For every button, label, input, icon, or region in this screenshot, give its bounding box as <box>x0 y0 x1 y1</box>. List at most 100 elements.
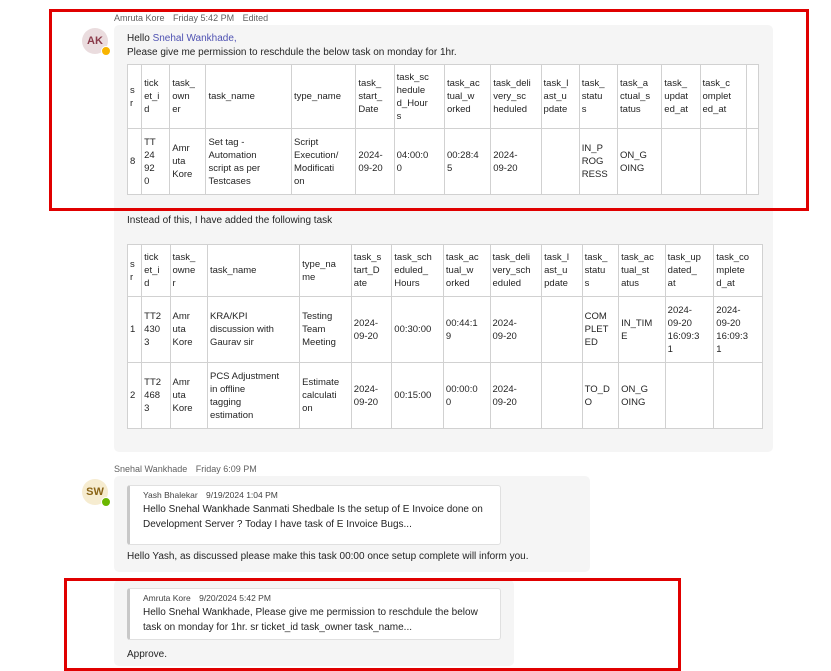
table-cell <box>664 362 715 429</box>
column-header: task_scheduled_Hours <box>393 64 445 129</box>
column-header: task_start_Date <box>350 244 393 297</box>
quoted-message[interactable]: Yash Bhalekar 9/19/2024 1:04 PM Hello Sn… <box>127 485 501 545</box>
message-text: Instead of this, I have added the follow… <box>127 215 333 226</box>
table-cell <box>745 128 760 195</box>
table-cell: 2024- 09-20 <box>489 296 543 363</box>
table-cell <box>661 128 701 195</box>
table-cell: TO_D O <box>581 362 620 429</box>
table-cell <box>699 128 747 195</box>
table-cell: 2024- 09-20 16:09:3 1 <box>664 296 715 363</box>
task-table-original: s r tick et_i d task_ own er task_name type_name t… <box>126 64 760 195</box>
column-header: task_start_Date <box>355 64 395 129</box>
table-cell: 04:00:0 0 <box>393 128 445 195</box>
quote-author: Yash Bhalekar <box>143 490 198 500</box>
column-header: task_actual_status <box>618 244 666 297</box>
column-header: task_owner <box>169 64 207 129</box>
column-header: task_ statu s <box>578 64 619 129</box>
table-cell: 1 <box>126 296 143 363</box>
table-cell: PCS Adjustment in offline tagging estimatio… <box>206 362 301 429</box>
table-cell: KRA/KPI discussion with Gaurav sir <box>206 296 301 363</box>
message-header: Snehal Wankhade Friday 6:09 PM <box>114 464 263 474</box>
column-header: task_l ast_u pdate <box>540 64 580 129</box>
column-header: sr <box>126 64 143 129</box>
table-cell: TT 24 92 0 <box>141 128 171 195</box>
column-header: task_completed_at <box>713 244 763 297</box>
table-cell: Amr uta Kore <box>169 128 207 195</box>
table-cell: TT2 468 3 <box>141 362 171 429</box>
message-time: Friday 6:09 PM <box>195 464 257 474</box>
table-cell: 2024- 09-20 <box>350 296 393 363</box>
quote-header: Yash Bhalekar 9/19/2024 1:04 PM <box>143 490 284 500</box>
table-cell: 00:28:4 5 <box>443 128 492 195</box>
column-header: task_owner <box>169 244 208 297</box>
column-header: task_updated_at <box>661 64 701 129</box>
task-table-added: s r tick et_i d task_ owne r task_name type_na me t… <box>126 244 763 429</box>
table-cell: 2024- 09-20 <box>490 128 542 195</box>
table-cell <box>713 362 763 429</box>
message-text: Hello Yash, as discussed please make thi… <box>127 551 529 562</box>
mention-link[interactable]: Snehal Wankhade, <box>153 33 237 44</box>
column-header: task_ statu s <box>581 244 620 297</box>
table-cell: COM PLET ED <box>581 296 620 363</box>
quoted-message[interactable]: Amruta Kore 9/20/2024 5:42 PM Hello Sneh… <box>127 588 501 640</box>
table-cell: IN_TIM E <box>618 296 666 363</box>
quote-author: Amruta Kore <box>143 593 191 603</box>
column-header: task_delivery_scheduled <box>490 64 542 129</box>
quote-time: 9/20/2024 5:42 PM <box>199 593 271 603</box>
message-time: Friday 5:42 PM <box>173 13 235 23</box>
edited-label: Edited <box>242 13 269 23</box>
message-greeting: Hello Snehal Wankhade, <box>127 33 237 44</box>
column-header: task_completed_at <box>699 64 747 129</box>
table-cell <box>540 128 580 195</box>
table-cell: 00:15:00 <box>391 362 444 429</box>
table-cell: 2024- 09-20 <box>489 362 543 429</box>
avatar-initials: AK <box>87 35 103 47</box>
message-text: Approve. <box>127 649 168 660</box>
table-cell: 2024- 09-20 16:09:3 1 <box>713 296 763 363</box>
quote-time: 9/19/2024 1:04 PM <box>206 490 278 500</box>
column-header: task_delivery_scheduled <box>489 244 543 297</box>
sender-name[interactable]: Snehal Wankhade <box>114 464 187 474</box>
table-cell: Amr uta Kore <box>169 296 208 363</box>
quote-header: Amruta Kore 9/20/2024 5:42 PM <box>143 593 277 603</box>
table-row: 1 TT2 430 3 Amr uta Kore KRA/KPI discussion with… <box>126 296 763 363</box>
table-cell: 00:30:00 <box>391 296 444 363</box>
column-header: tick et_i d <box>141 64 171 129</box>
table-cell: ON_G OING <box>617 128 663 195</box>
table-cell: 00:44:1 9 <box>442 296 491 363</box>
table-cell: TT2 430 3 <box>141 296 171 363</box>
table-cell <box>541 296 583 363</box>
table-row: 2 TT2 468 3 Amr uta Kore PCS Adjustment in offli… <box>126 362 763 429</box>
column-header: task_scheduled_Hours <box>391 244 444 297</box>
table-cell: Testing Team Meeting <box>299 296 352 363</box>
column-header: type_name <box>290 64 357 129</box>
table-cell: Script Execution/Modificati on <box>290 128 357 195</box>
column-header: sr <box>126 244 143 297</box>
avatar[interactable]: SW <box>82 479 111 507</box>
table-cell: 2024- 09-20 <box>350 362 393 429</box>
table-cell: ON_G OING <box>618 362 666 429</box>
presence-away-icon <box>101 46 111 56</box>
sender-name[interactable]: Amruta Kore <box>114 13 165 23</box>
table-cell: 8 <box>126 128 143 195</box>
message-text: Please give me permission to reschdule t… <box>127 47 457 58</box>
column-header <box>745 64 760 129</box>
avatar-initials: SW <box>86 486 104 498</box>
column-header: task_name <box>206 244 301 297</box>
column-header: task_actual_status <box>617 64 663 129</box>
column-header: task_updated_at <box>664 244 715 297</box>
column-header: tick et_i d <box>141 244 171 297</box>
table-cell: Estimate calculati on <box>299 362 352 429</box>
message-header: Amruta Kore Friday 5:42 PM Edited <box>114 13 274 23</box>
column-header: task_l ast_u pdate <box>541 244 583 297</box>
table-cell: 2024- 09-20 <box>355 128 395 195</box>
quote-text: Hello Snehal Wankhade Sanmati Shedbale I… <box>143 504 483 530</box>
avatar[interactable]: AK <box>82 28 111 56</box>
presence-online-icon <box>101 497 111 507</box>
column-header: task_ac tual_w orked <box>443 64 492 129</box>
column-header: task_name <box>205 64 292 129</box>
table-cell: 00:00:0 0 <box>442 362 491 429</box>
table-cell: 2 <box>126 362 143 429</box>
table-cell: Amr uta Kore <box>169 362 208 429</box>
column-header: task_ac tual_w orked <box>442 244 491 297</box>
